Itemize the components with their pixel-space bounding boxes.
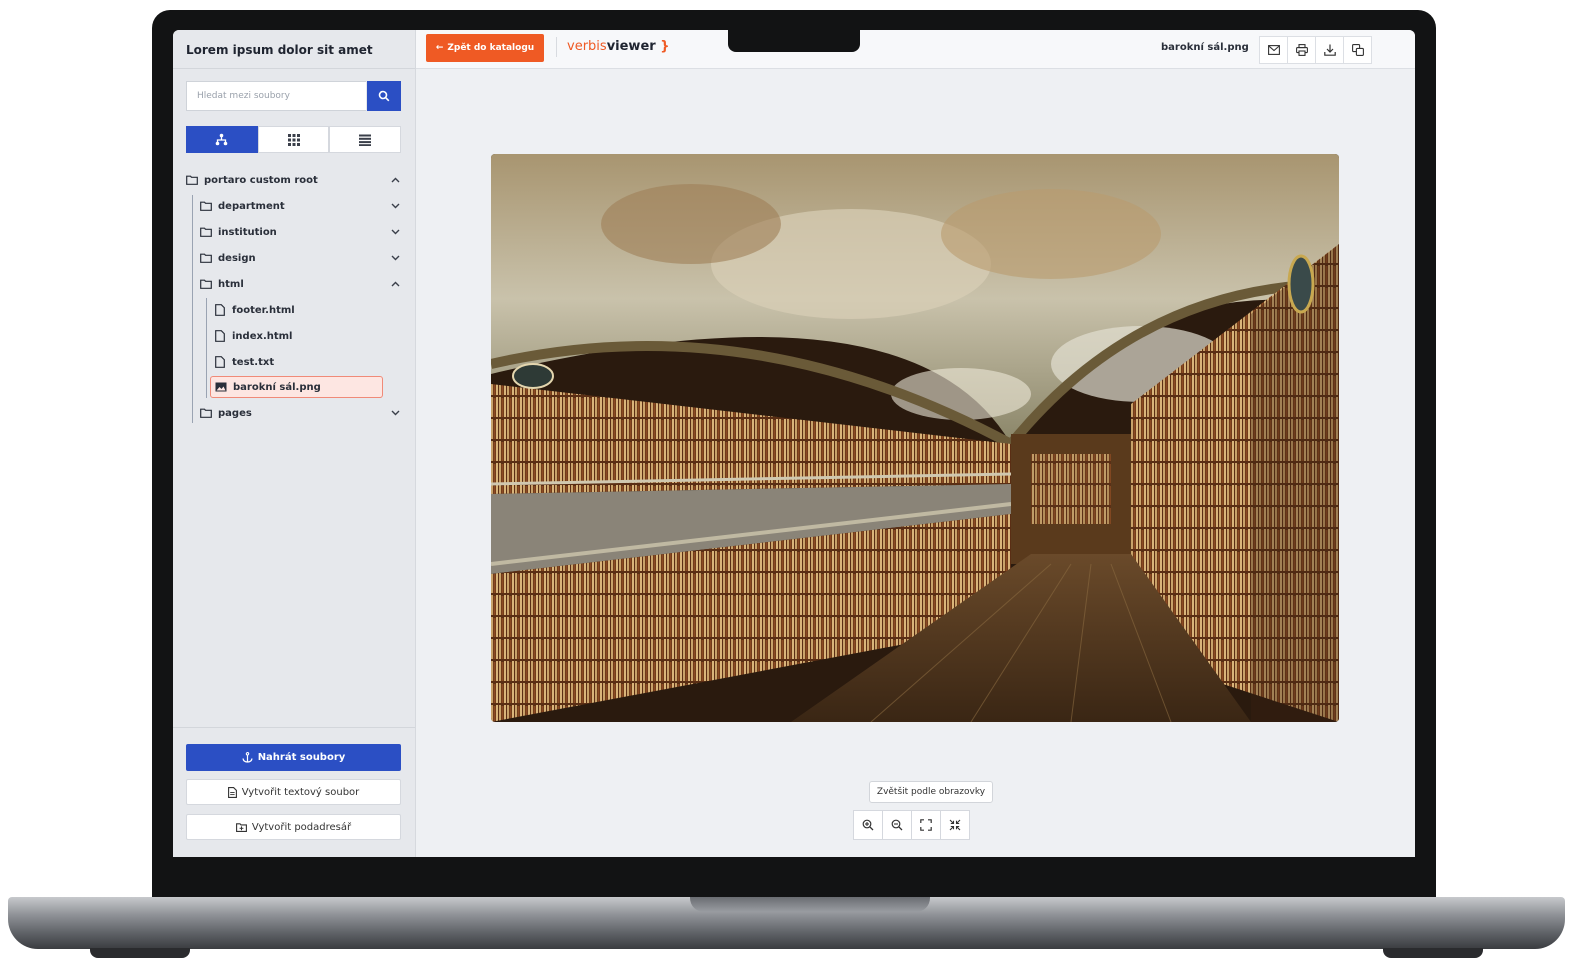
anchor-icon bbox=[242, 752, 253, 763]
tree-label: pages bbox=[218, 407, 252, 419]
folder-icon bbox=[200, 407, 212, 419]
chevron-up-icon[interactable] bbox=[389, 278, 401, 290]
search-input[interactable] bbox=[186, 81, 366, 111]
tree-icon bbox=[216, 133, 228, 146]
mail-icon bbox=[1267, 45, 1280, 55]
tree-folder-institution[interactable]: institution bbox=[200, 222, 401, 242]
folder-plus-icon bbox=[235, 822, 247, 832]
tree-label: index.html bbox=[232, 330, 293, 342]
chevron-up-icon[interactable] bbox=[389, 174, 401, 186]
folder-icon bbox=[200, 226, 212, 238]
print-button[interactable] bbox=[1287, 36, 1316, 64]
tab-list-view[interactable] bbox=[329, 126, 402, 153]
upload-label: Nahrát soubory bbox=[257, 752, 346, 763]
folder-icon bbox=[186, 174, 198, 186]
zoom-in-icon bbox=[862, 819, 874, 831]
tree-guide bbox=[206, 298, 207, 398]
file-icon bbox=[214, 356, 226, 368]
laptop-foot bbox=[90, 948, 190, 958]
chevron-down-icon[interactable] bbox=[389, 226, 401, 238]
folder-icon bbox=[200, 252, 212, 264]
back-label: Zpět do katalogu bbox=[447, 43, 535, 53]
tooltip: Zvětšit podle obrazovky bbox=[869, 781, 993, 803]
actual-size-button[interactable] bbox=[940, 810, 970, 840]
copy-button[interactable] bbox=[1343, 36, 1372, 64]
tree-label: design bbox=[218, 252, 256, 264]
library-photo bbox=[491, 154, 1339, 722]
sidebar: Lorem ipsum dolor sit amet portaro bbox=[173, 30, 416, 857]
current-filename: barokní sál.png bbox=[1161, 42, 1249, 53]
tree-folder-html[interactable]: html bbox=[200, 274, 401, 294]
print-icon bbox=[1295, 44, 1308, 56]
actual-size-icon bbox=[949, 819, 961, 831]
tree-guide bbox=[192, 195, 193, 423]
folder-icon bbox=[200, 278, 212, 290]
download-button[interactable] bbox=[1315, 36, 1344, 64]
tree-label: department bbox=[218, 200, 285, 212]
create-text-label: Vytvořit textový soubor bbox=[241, 786, 360, 798]
tab-tree-view[interactable] bbox=[186, 126, 258, 153]
tree-file-selected[interactable]: barokní sál.png bbox=[210, 376, 383, 398]
create-dir-label: Vytvořit podadresář bbox=[251, 821, 352, 833]
image-icon bbox=[215, 381, 227, 393]
back-to-catalog-button[interactable]: ← Zpět do katalogu bbox=[426, 34, 544, 62]
tree-label: footer.html bbox=[232, 304, 295, 316]
upload-files-button[interactable]: Nahrát soubory bbox=[186, 744, 401, 771]
view-switcher bbox=[186, 126, 402, 153]
brand-part: viewer bbox=[606, 39, 656, 54]
copy-icon bbox=[1351, 44, 1364, 56]
tree-label: portaro custom root bbox=[204, 174, 318, 186]
divider bbox=[173, 68, 415, 69]
zoom-controls bbox=[853, 810, 970, 840]
tree-file-index[interactable]: index.html bbox=[214, 326, 384, 346]
search-button[interactable] bbox=[367, 81, 401, 111]
tree-label: institution bbox=[218, 226, 277, 238]
chevron-down-icon[interactable] bbox=[389, 200, 401, 212]
topbar: ← Zpět do katalogu verbisviewer } barokn… bbox=[416, 30, 1415, 69]
zoom-out-button[interactable] bbox=[882, 810, 912, 840]
brand-part: verbis bbox=[567, 39, 607, 54]
tree-file-test[interactable]: test.txt bbox=[214, 352, 384, 372]
create-subdirectory-button[interactable]: Vytvořit podadresář bbox=[186, 814, 401, 840]
tree-label: html bbox=[218, 278, 244, 290]
arrow-left-icon: ← bbox=[435, 43, 444, 53]
tree-file-footer[interactable]: footer.html bbox=[214, 300, 384, 320]
download-icon bbox=[1323, 44, 1336, 56]
sidebar-title: Lorem ipsum dolor sit amet bbox=[186, 43, 373, 57]
tree-label: test.txt bbox=[232, 356, 275, 368]
grid-icon bbox=[287, 133, 300, 146]
chevron-down-icon[interactable] bbox=[389, 252, 401, 264]
tree-folder-root[interactable]: portaro custom root bbox=[186, 170, 401, 190]
app-screen: Lorem ipsum dolor sit amet portaro bbox=[173, 30, 1415, 857]
tree-folder-department[interactable]: department bbox=[200, 196, 401, 216]
fit-screen-button[interactable] bbox=[911, 810, 941, 840]
search-box bbox=[186, 81, 401, 111]
create-text-file-button[interactable]: Vytvořit textový soubor bbox=[186, 779, 401, 805]
tree-folder-design[interactable]: design bbox=[200, 248, 401, 268]
brand-part: } bbox=[660, 39, 670, 54]
mail-button[interactable] bbox=[1259, 36, 1288, 64]
file-icon bbox=[214, 330, 226, 342]
zoom-out-icon bbox=[891, 819, 903, 831]
file-icon bbox=[214, 304, 226, 316]
tab-grid-view[interactable] bbox=[257, 126, 330, 153]
divider bbox=[173, 727, 415, 728]
camera-notch bbox=[728, 30, 860, 52]
zoom-in-button[interactable] bbox=[853, 810, 883, 840]
laptop-foot bbox=[1383, 948, 1483, 958]
chevron-down-icon[interactable] bbox=[389, 407, 401, 419]
laptop-base-groove bbox=[690, 897, 930, 912]
file-text-icon bbox=[227, 786, 237, 798]
search-icon bbox=[378, 90, 390, 102]
fit-screen-icon bbox=[920, 819, 932, 831]
tree-label: barokní sál.png bbox=[233, 381, 321, 393]
image-preview[interactable] bbox=[491, 154, 1339, 722]
toolbar bbox=[1259, 36, 1372, 64]
tree-folder-pages[interactable]: pages bbox=[200, 403, 401, 423]
brand-logo: verbisviewer } bbox=[556, 37, 669, 57]
folder-icon bbox=[200, 200, 212, 212]
list-icon bbox=[359, 134, 372, 146]
